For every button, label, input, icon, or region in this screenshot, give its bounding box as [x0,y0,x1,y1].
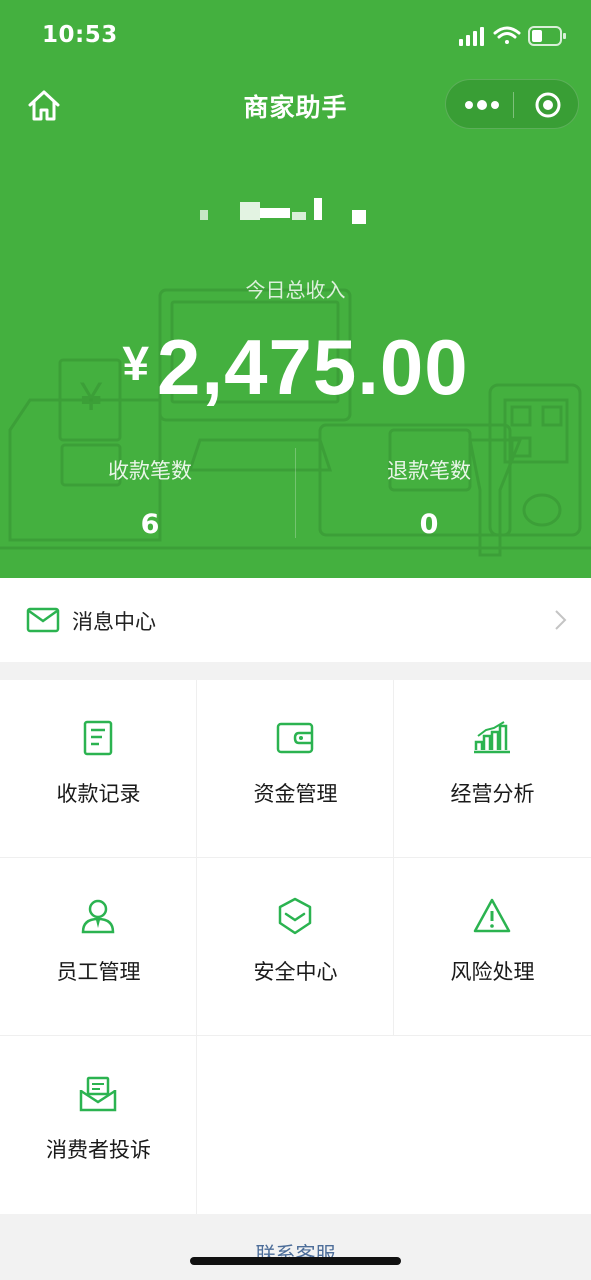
staff-icon [81,899,115,934]
refunds-label: 退款笔数 [387,459,471,483]
shield-icon [278,897,312,935]
merchant-name-redacted [196,198,372,224]
income-amount-value: 2,475.00 [157,323,469,411]
home-indicator [190,1257,401,1265]
warning-icon [473,898,511,933]
capsule-divider [513,92,514,118]
grid-item-label: 员工管理 [56,960,141,984]
feature-grid: 收款记录 资金管理 经营分析 员工管理 安全中心 风险处理 消费者投诉 [0,680,591,1214]
chevron-right-icon [555,610,567,630]
grid-item-label: 收款记录 [56,782,141,806]
wifi-icon [493,26,521,44]
grid-item-label: 消费者投诉 [46,1138,151,1162]
income-label: 今日总收入 [245,278,346,302]
grid-item-security-center[interactable]: 安全中心 [197,858,394,1036]
mail-icon [26,607,60,633]
bar-chart-icon [474,721,510,754]
summary-header: ¥ 10:53 商家助手 今日总收入 ¥ 2,475.00 收款笔数 6 退款笔… [0,0,591,578]
grid-item-fund-management[interactable]: 资金管理 [197,680,394,858]
payments-stat: 收款笔数 6 [15,455,285,540]
status-time: 10:53 [42,22,118,48]
message-center-row[interactable]: 消息中心 [0,578,591,662]
close-target-icon[interactable] [534,91,562,119]
payments-count: 6 [140,509,160,540]
status-icons [459,26,566,46]
payments-label: 收款笔数 [108,459,192,483]
grid-item-business-analysis[interactable]: 经营分析 [394,680,591,858]
grid-item-label: 风险处理 [450,960,535,984]
grid-item-label: 经营分析 [450,782,535,806]
grid-item-risk-handling[interactable]: 风险处理 [394,858,591,1036]
signal-icon [459,27,484,46]
message-center-label: 消息中心 [72,610,156,634]
grid-item-label: 安全中心 [253,960,338,984]
grid-item-label: 资金管理 [253,782,338,806]
grid-item-payment-records[interactable]: 收款记录 [0,680,197,858]
battery-icon [528,26,566,46]
status-bar: 10:53 [0,0,591,72]
complaint-icon [79,1076,117,1112]
grid-item-staff-management[interactable]: 员工管理 [0,858,197,1036]
refunds-count: 0 [419,509,439,540]
income-amount: ¥2,475.00 [0,322,591,413]
grid-item-consumer-complaints[interactable]: 消费者投诉 [0,1036,197,1214]
mini-program-capsule [445,79,579,129]
receipt-icon [83,720,113,756]
currency-symbol: ¥ [122,338,150,391]
refunds-stat: 退款笔数 0 [294,455,564,540]
wallet-icon [276,722,314,754]
more-icon[interactable] [464,92,500,118]
